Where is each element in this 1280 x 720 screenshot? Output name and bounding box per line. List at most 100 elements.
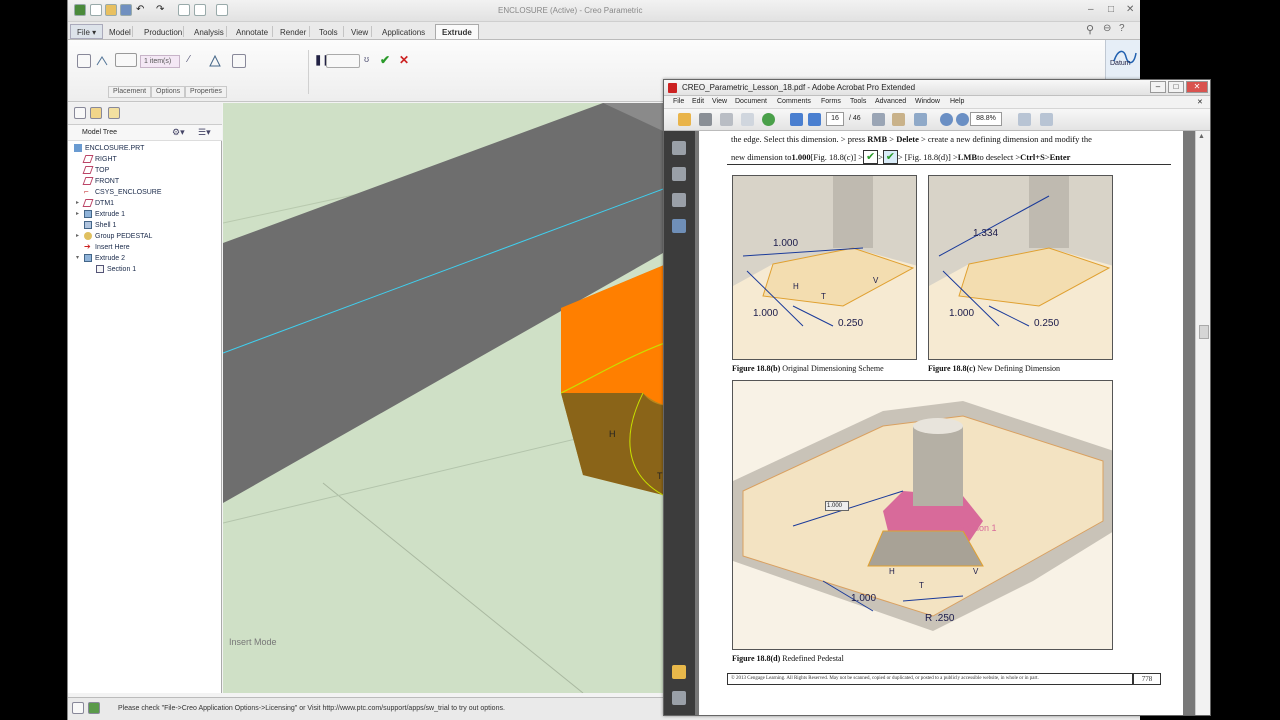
email-icon[interactable]	[741, 113, 754, 126]
maximize-icon[interactable]: □	[1168, 81, 1184, 93]
minimize-icon[interactable]: –	[1150, 81, 1166, 93]
depth-field[interactable]: 1 item(s)	[140, 55, 180, 68]
zoom-out-icon[interactable]	[940, 113, 953, 126]
windows-icon[interactable]	[194, 4, 206, 16]
zoom-in-icon[interactable]	[956, 113, 969, 126]
favorites-icon[interactable]	[108, 107, 120, 119]
search-icon[interactable]: ⚲	[1086, 23, 1094, 36]
nav-toggle-icon[interactable]	[72, 702, 84, 714]
tree-item-top[interactable]: TOP	[82, 166, 109, 174]
next-page-icon[interactable]	[808, 113, 821, 126]
close-window-icon[interactable]	[216, 4, 228, 16]
open-icon[interactable]	[678, 113, 691, 126]
tree-item-insert-here[interactable]: ➔ Insert Here	[84, 243, 130, 251]
scroll-thumb[interactable]	[1199, 325, 1209, 339]
solid-icon[interactable]	[77, 54, 91, 68]
layers-icon[interactable]	[672, 219, 686, 233]
apply-check-icon[interactable]: ✔	[380, 53, 390, 67]
menu-file[interactable]: File	[673, 98, 684, 105]
previous-page-icon[interactable]	[790, 113, 803, 126]
close-icon[interactable]: ✕	[1186, 81, 1208, 93]
expand-icon[interactable]: ▸	[76, 199, 79, 206]
tree-item-front[interactable]: FRONT	[82, 177, 119, 185]
verify-icon[interactable]: ʊ	[364, 54, 369, 64]
tree-item-section1[interactable]: Section 1	[96, 265, 136, 273]
insert-mode-label: Insert Mode	[229, 637, 277, 647]
tab-applications[interactable]: Applications	[375, 24, 432, 39]
redo-icon[interactable]: ↷	[156, 4, 168, 16]
full-screen-icon[interactable]	[1040, 113, 1053, 126]
tree-item-right[interactable]: RIGHT	[82, 155, 117, 163]
tab-annotate[interactable]: Annotate	[229, 24, 275, 39]
pages-icon[interactable]	[672, 141, 686, 155]
flip-direction-icon[interactable]: ⁄	[188, 54, 202, 68]
subtab-placement[interactable]: Placement	[108, 86, 152, 98]
print-icon[interactable]	[699, 113, 712, 126]
thicken-icon[interactable]	[232, 54, 246, 68]
open-file-icon[interactable]	[105, 4, 117, 16]
tab-file[interactable]: File ▾	[70, 24, 104, 39]
folder-browser-icon[interactable]	[90, 107, 102, 119]
page-number-input[interactable]: 16	[826, 112, 844, 126]
tree-item-extrude2[interactable]: Extrude 2	[84, 254, 125, 262]
tab-production[interactable]: Production	[137, 24, 189, 39]
menu-comments[interactable]: Comments	[777, 98, 811, 105]
save-icon[interactable]	[120, 4, 132, 16]
preview-options-icon[interactable]	[326, 54, 360, 68]
zoom-tool-icon[interactable]	[914, 113, 927, 126]
tree-columns-icon[interactable]: ☰▾	[198, 127, 211, 138]
remove-material-icon[interactable]	[208, 54, 222, 68]
tree-item-root[interactable]: ENCLOSURE.PRT	[74, 144, 144, 152]
browser-toggle-icon[interactable]	[88, 702, 100, 714]
tree-view-icon[interactable]	[74, 107, 86, 119]
comments-icon[interactable]	[672, 665, 686, 679]
menu-window[interactable]: Window	[915, 98, 940, 105]
surface-icon[interactable]	[95, 54, 109, 68]
bookmarks-icon[interactable]	[672, 167, 686, 181]
menu-edit[interactable]: Edit	[692, 98, 704, 105]
menu-view[interactable]: View	[712, 98, 727, 105]
hand-tool-icon[interactable]	[892, 113, 905, 126]
cancel-x-icon[interactable]: ✕	[399, 53, 409, 67]
help-icon[interactable]: ?	[1119, 23, 1125, 34]
tab-extrude[interactable]: Extrude	[435, 24, 479, 39]
undo-icon[interactable]: ↶	[136, 4, 148, 16]
maximize-icon[interactable]: □	[1108, 4, 1114, 15]
tab-analysis[interactable]: Analysis	[187, 24, 231, 39]
tree-item-dtm1[interactable]: DTM1	[82, 199, 114, 207]
tree-item-shell1[interactable]: Shell 1	[84, 221, 116, 229]
select-tool-icon[interactable]	[872, 113, 885, 126]
signatures-icon[interactable]	[672, 193, 686, 207]
save-icon[interactable]	[720, 113, 733, 126]
minimize-icon[interactable]: –	[1088, 4, 1094, 15]
tree-item-extrude1[interactable]: Extrude 1	[84, 210, 125, 218]
fit-page-icon[interactable]	[1018, 113, 1031, 126]
expand-icon[interactable]: ▸	[76, 232, 79, 239]
menu-forms[interactable]: Forms	[821, 98, 841, 105]
subtab-options[interactable]: Options	[151, 86, 186, 98]
close-icon[interactable]: ✕	[1126, 4, 1134, 15]
menu-advanced[interactable]: Advanced	[875, 98, 906, 105]
collaborate-icon[interactable]	[762, 113, 775, 126]
vertical-scrollbar[interactable]: ▲	[1195, 131, 1210, 715]
attachments-icon[interactable]	[672, 691, 686, 705]
settings-icon[interactable]: ⊖	[1103, 23, 1111, 34]
expand-icon[interactable]: ▸	[76, 210, 79, 217]
tree-item-group-pedestal[interactable]: Group PEDESTAL	[84, 232, 152, 240]
new-file-icon[interactable]	[90, 4, 102, 16]
close-doc-icon[interactable]: ✕	[1197, 98, 1203, 106]
zoom-level-input[interactable]: 88.8%	[970, 112, 1002, 126]
menu-help[interactable]: Help	[950, 98, 964, 105]
subtab-properties[interactable]: Properties	[185, 86, 227, 98]
scroll-up-icon[interactable]: ▲	[1198, 133, 1205, 140]
collapse-icon[interactable]: ▾	[76, 254, 79, 261]
depth-option-icon[interactable]	[115, 53, 137, 67]
tree-item-csys[interactable]: ⌐ CSYS_ENCLOSURE	[84, 188, 162, 196]
regenerate-icon[interactable]	[178, 4, 190, 16]
tab-tools[interactable]: Tools	[312, 24, 345, 39]
tree-settings-icon[interactable]: ⚙▾	[172, 127, 185, 138]
menu-tools[interactable]: Tools	[850, 98, 866, 105]
menu-document[interactable]: Document	[735, 98, 767, 105]
tab-render[interactable]: Render	[273, 24, 313, 39]
document-area[interactable]: the edge. Select this dimension. > press…	[695, 131, 1195, 715]
